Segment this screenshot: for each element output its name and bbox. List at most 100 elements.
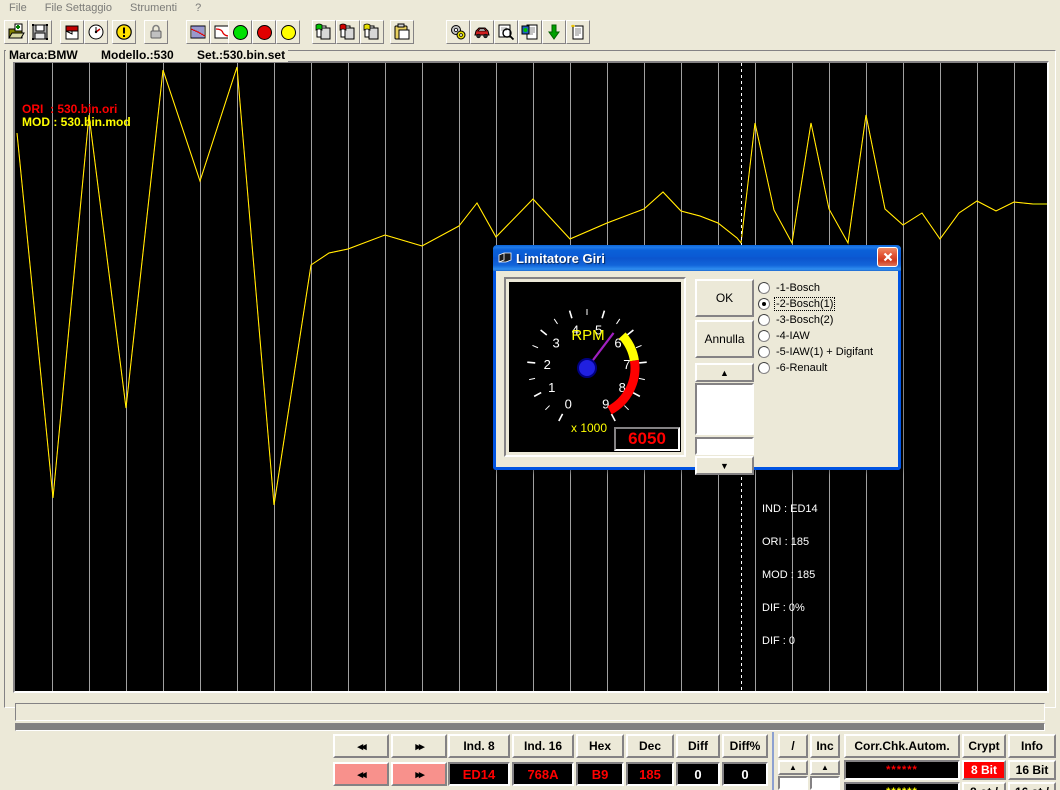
- menu-item-file[interactable]: File: [0, 1, 36, 17]
- folder-red-icon[interactable]: [60, 20, 84, 44]
- column-header-dec[interactable]: Dec: [626, 734, 674, 758]
- report-icon[interactable]: [518, 20, 542, 44]
- save-file-icon[interactable]: [28, 20, 52, 44]
- toolbar-group-lock: [144, 20, 168, 44]
- corr-chk-value-1: ******: [844, 760, 960, 780]
- column-header-ind16[interactable]: Ind. 16: [512, 734, 574, 758]
- info-header[interactable]: Info: [1008, 734, 1056, 758]
- search-icon[interactable]: [494, 20, 518, 44]
- copy-green-icon[interactable]: [312, 20, 336, 44]
- lamp-yellow-icon[interactable]: [276, 20, 300, 44]
- open-file-icon[interactable]: [4, 20, 28, 44]
- slash-header[interactable]: /: [778, 734, 808, 758]
- warning-icon[interactable]: [112, 20, 136, 44]
- nav-prev-label: ◂◂: [357, 740, 366, 753]
- menu-bar: File File Settaggio Strumenti ?: [0, 0, 1060, 17]
- download-arrow-icon[interactable]: [542, 20, 566, 44]
- radio-option-5[interactable]: -5-IAW(1) + Digifant: [758, 344, 893, 360]
- toolbar-group-charts: [186, 20, 234, 44]
- radio-label-4: -4-IAW: [776, 330, 810, 342]
- nav-next-label: ▸▸: [415, 740, 424, 753]
- spin-up-button[interactable]: ▲: [695, 363, 754, 382]
- grid-chart-icon[interactable]: [186, 20, 210, 44]
- ok-button[interactable]: OK: [695, 279, 754, 317]
- info-value-label: 16 Bit: [1015, 763, 1049, 777]
- ecu-type-radio-group: -1-Bosch -2-Bosch(1) -3-Bosch(2) -4-IAW …: [758, 280, 893, 376]
- dialog-title-bar[interactable]: Limitatore Giri: [493, 245, 901, 271]
- info-value-2-button[interactable]: 16 st /: [1008, 782, 1056, 790]
- radio-circle-5[interactable]: [758, 346, 770, 358]
- horizontal-scroll-strip[interactable]: [15, 703, 1045, 721]
- radio-option-2[interactable]: -2-Bosch(1): [758, 296, 893, 312]
- corr-chk-value-2: ******: [844, 782, 960, 790]
- column-header-hex[interactable]: Hex: [576, 734, 624, 758]
- crypt-header[interactable]: Crypt: [962, 734, 1006, 758]
- crypt-value-button[interactable]: 8 Bit: [962, 760, 1006, 780]
- rpm-value-display: 6050: [614, 427, 680, 451]
- dialog-body: 0 1 2 3 4 5 6 7 8 9 RPM x 1000 6050 OK Annulla ▲ ▼: [496, 271, 898, 475]
- radio-label-3: -3-Bosch(2): [776, 314, 834, 326]
- crypt-value-2-button[interactable]: 8 ot /: [962, 782, 1006, 790]
- svg-text:x 1000: x 1000: [571, 421, 607, 435]
- copy-yellow-icon[interactable]: [360, 20, 384, 44]
- nav-next-fast-button[interactable]: ▸▸: [391, 762, 447, 786]
- radio-option-1[interactable]: -1-Bosch: [758, 280, 893, 296]
- menu-item-strumenti[interactable]: Strumenti: [121, 1, 186, 17]
- info-value-button[interactable]: 16 Bit: [1008, 760, 1056, 780]
- inc-value-field[interactable]: [810, 776, 840, 790]
- nav-next-button[interactable]: ▸▸: [391, 734, 447, 758]
- spin-down-button[interactable]: ▼: [695, 456, 754, 475]
- svg-text:0: 0: [565, 396, 572, 411]
- gauge-clock-icon[interactable]: [84, 20, 108, 44]
- nav-prev-button[interactable]: ◂◂: [333, 734, 389, 758]
- column-header-diffpct[interactable]: Diff%: [722, 734, 768, 758]
- svg-text:3: 3: [552, 336, 559, 351]
- paste-icon[interactable]: [390, 20, 414, 44]
- slash-spin-up-button[interactable]: ▲: [778, 760, 808, 775]
- new-doc-icon[interactable]: [566, 20, 590, 44]
- corr-chk-header-label: Corr.Chk.Autom.: [854, 739, 950, 753]
- copy-red-icon[interactable]: [336, 20, 360, 44]
- radio-circle-4[interactable]: [758, 330, 770, 342]
- column-header-ind8-label: Ind. 8: [463, 739, 495, 753]
- spin-down-label: ▼: [720, 460, 729, 471]
- column-header-diff[interactable]: Diff: [676, 734, 720, 758]
- column-header-ind16-label: Ind. 16: [523, 739, 562, 753]
- radio-circle-1[interactable]: [758, 282, 770, 294]
- lock-icon[interactable]: [144, 20, 168, 44]
- ok-button-label: OK: [715, 291, 734, 305]
- inc-header[interactable]: Inc: [810, 734, 840, 758]
- cancel-button[interactable]: Annulla: [695, 320, 754, 358]
- radio-circle-3[interactable]: [758, 314, 770, 326]
- radio-option-4[interactable]: -4-IAW: [758, 328, 893, 344]
- radio-circle-6[interactable]: [758, 362, 770, 374]
- menu-item-file-settaggio[interactable]: File Settaggio: [36, 1, 121, 17]
- corr-chk-header[interactable]: Corr.Chk.Autom.: [844, 734, 960, 758]
- window-app-icon: [498, 251, 512, 265]
- column-value-ind8: ED14: [448, 762, 510, 786]
- menu-item-help[interactable]: ?: [186, 1, 210, 17]
- nav-next-fast-label: ▸▸: [415, 768, 424, 781]
- inc-header-label: Inc: [816, 739, 834, 753]
- lamp-green-icon[interactable]: [228, 20, 252, 44]
- nav-prev-fast-button[interactable]: ◂◂: [333, 762, 389, 786]
- rpm-gauge: 0 1 2 3 4 5 6 7 8 9 RPM x 1000 6050: [509, 282, 681, 452]
- column-header-ind8[interactable]: Ind. 8: [448, 734, 510, 758]
- rpm-list-box[interactable]: [695, 383, 754, 435]
- car-icon[interactable]: [470, 20, 494, 44]
- close-icon[interactable]: [877, 247, 898, 267]
- crypt-value-label: 8 Bit: [970, 763, 997, 777]
- gears-icon[interactable]: [446, 20, 470, 44]
- lamp-red-icon[interactable]: [252, 20, 276, 44]
- column-value-hex: B9: [576, 762, 624, 786]
- radio-option-6[interactable]: -6-Renault: [758, 360, 893, 376]
- svg-text:2: 2: [544, 357, 551, 372]
- radio-option-3[interactable]: -3-Bosch(2): [758, 312, 893, 328]
- inc-spin-up-button[interactable]: ▲: [810, 760, 840, 775]
- info-value-2-label: 16 st /: [1015, 785, 1049, 790]
- toolbar: [0, 17, 1060, 47]
- rpm-edit-field[interactable]: [695, 437, 754, 455]
- slash-value-field[interactable]: [778, 776, 808, 790]
- toolbar-group-paste: [390, 20, 414, 44]
- radio-circle-2[interactable]: [758, 298, 770, 310]
